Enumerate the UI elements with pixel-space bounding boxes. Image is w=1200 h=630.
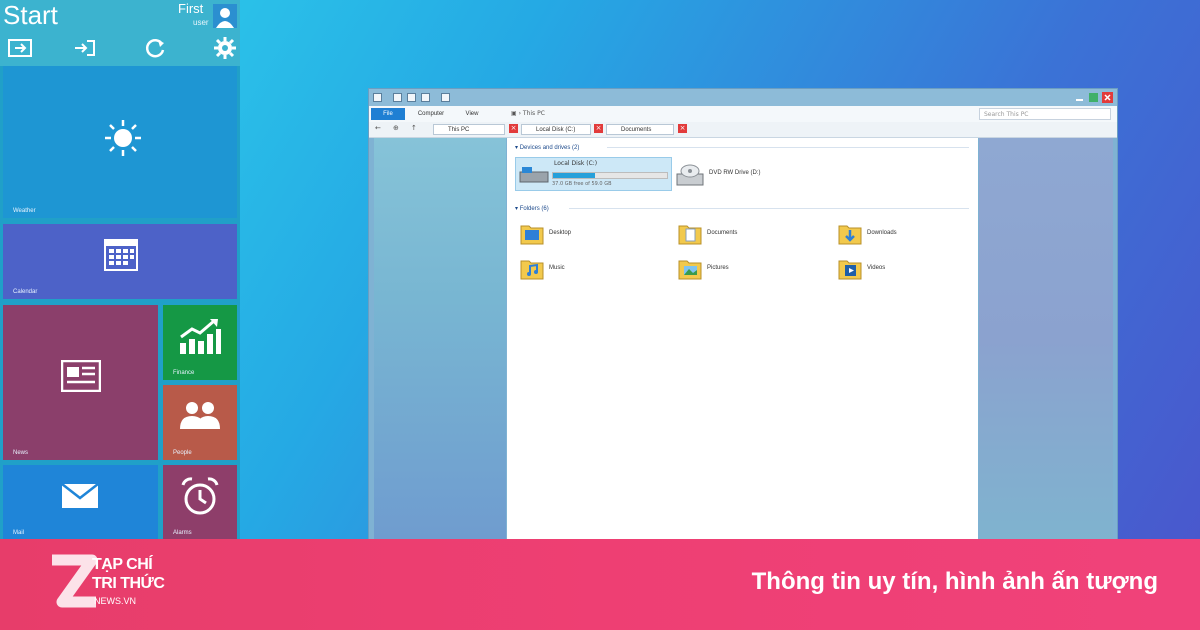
pictures-folder-icon (678, 260, 702, 280)
devices-group-header[interactable]: ▾ Devices and drives (2) (515, 144, 579, 151)
dropdown-icon[interactable] (441, 93, 450, 102)
maximize-icon[interactable] (1088, 92, 1099, 103)
drive-free-space: 37.0 GB free of 59.0 GB (552, 181, 612, 187)
hard-drive-icon (519, 167, 549, 183)
tile-news[interactable]: News (3, 305, 158, 460)
tab-close-icon[interactable]: × (594, 124, 603, 133)
videos-folder-icon (838, 260, 862, 280)
preview-pane (979, 138, 1113, 540)
folder-tabs-bar: ← ⊕ ↑ This PC × Local Disk (C:) × Docume… (369, 122, 1117, 138)
ribbon-tab-file[interactable]: File (371, 108, 405, 120)
user-icon (213, 4, 237, 28)
tile-label: News (13, 450, 29, 456)
alarm-icon (181, 477, 219, 515)
mail-icon (61, 483, 99, 508)
address-bar[interactable]: ▣ › This PC (511, 108, 631, 120)
ribbon: File Computer View ▣ › This PC Search Th… (369, 106, 1117, 123)
folder-label: Music (549, 265, 565, 271)
new-folder-icon[interactable] (407, 93, 416, 102)
tab-this-pc[interactable]: This PC (433, 124, 505, 135)
documents-folder-icon (678, 225, 702, 245)
brand-line-1: TẠP CHÍ (92, 556, 153, 573)
back-icon[interactable]: ← (375, 124, 381, 132)
tile-label: Alarms (173, 530, 192, 536)
tab-close-icon[interactable]: × (678, 124, 687, 133)
chart-icon (180, 319, 221, 354)
folder-label: Documents (707, 230, 738, 236)
drive-name: Local Disk (C:) (554, 160, 598, 167)
divider (569, 208, 969, 209)
tile-label: People (173, 450, 192, 456)
devices-header-text: Devices and drives (2) (519, 145, 580, 151)
logoff-icon (75, 40, 95, 56)
tab-documents[interactable]: Documents (606, 124, 674, 135)
user-avatar[interactable] (213, 4, 237, 28)
tile-finance[interactable]: Finance (163, 305, 237, 380)
tile-mail[interactable]: Mail (3, 465, 158, 540)
start-title: Start (3, 0, 58, 30)
run-icon (8, 39, 32, 57)
folder-label: Pictures (707, 265, 729, 271)
computer-icon: ▣ › (511, 110, 521, 117)
ribbon-tab-view[interactable]: View (457, 108, 487, 120)
folder-label: Desktop (549, 230, 572, 236)
tile-alarms[interactable]: Alarms (163, 465, 237, 540)
user-subtitle: user (193, 18, 209, 27)
logoff-button[interactable] (72, 36, 98, 60)
brand-line-3: NEWS.VN (94, 596, 137, 606)
properties-icon[interactable] (393, 93, 402, 102)
start-menu: Start First user Weather Calendar News F… (0, 0, 240, 540)
settings-icon (214, 37, 236, 59)
drive-usage-fill (553, 173, 596, 178)
sun-icon (105, 120, 141, 156)
drive-usage-bar (552, 172, 668, 179)
address-text: This PC (522, 110, 545, 117)
up-icon[interactable]: ↑ (411, 124, 417, 132)
dvd-drive-item[interactable]: DVD RW Drive (D:) (675, 162, 785, 188)
ribbon-tab-computer[interactable]: Computer (411, 108, 451, 120)
brand-line-2: TRI THỨC (92, 575, 165, 592)
search-input[interactable]: Search This PC (979, 108, 1111, 120)
start-header: Start First user (0, 0, 240, 66)
content-pane: ▾ Devices and drives (2) Local Disk (C:)… (507, 138, 978, 540)
folder-label: Downloads (867, 230, 897, 236)
restart-icon (145, 39, 165, 58)
run-button[interactable] (7, 36, 33, 60)
user-name: First (178, 1, 204, 16)
divider (607, 147, 969, 148)
tile-people[interactable]: People (163, 385, 237, 460)
calendar-icon (104, 239, 138, 271)
tile-label: Weather (13, 208, 36, 214)
forward-icon[interactable]: ⊕ (393, 124, 399, 132)
folders-group-header[interactable]: ▾ Folders (6) (515, 205, 549, 212)
minimize-icon[interactable] (1074, 92, 1085, 103)
tile-label: Mail (13, 530, 25, 536)
rename-icon[interactable] (421, 93, 430, 102)
news-icon (61, 360, 101, 392)
app-icon[interactable] (373, 93, 382, 102)
people-icon (180, 402, 220, 429)
title-bar[interactable] (369, 89, 1117, 106)
restart-button[interactable] (143, 36, 169, 60)
tile-weather[interactable]: Weather (3, 66, 237, 218)
tile-calendar[interactable]: Calendar (3, 224, 237, 299)
music-folder-icon (520, 260, 544, 280)
tab-close-icon[interactable]: × (509, 124, 518, 133)
folder-label: Videos (867, 265, 886, 271)
folders-header-text: Folders (6) (519, 206, 549, 212)
file-explorer-window: File Computer View ▣ › This PC Search Th… (369, 89, 1117, 540)
tab-local-disk[interactable]: Local Disk (C:) (521, 124, 591, 135)
tile-label: Calendar (13, 289, 38, 295)
desktop-folder-icon (520, 225, 544, 245)
settings-button[interactable] (212, 36, 238, 60)
slogan: Thông tin uy tín, hình ảnh ấn tượng (751, 568, 1158, 595)
tile-label: Finance (173, 370, 195, 376)
navigation-pane[interactable] (374, 138, 506, 540)
dvd-drive-label: DVD RW Drive (D:) (709, 170, 761, 176)
drive-item[interactable]: Local Disk (C:) 37.0 GB free of 59.0 GB (515, 157, 672, 191)
close-icon[interactable] (1102, 92, 1113, 103)
downloads-folder-icon (838, 225, 862, 245)
dvd-drive-icon (676, 164, 704, 186)
